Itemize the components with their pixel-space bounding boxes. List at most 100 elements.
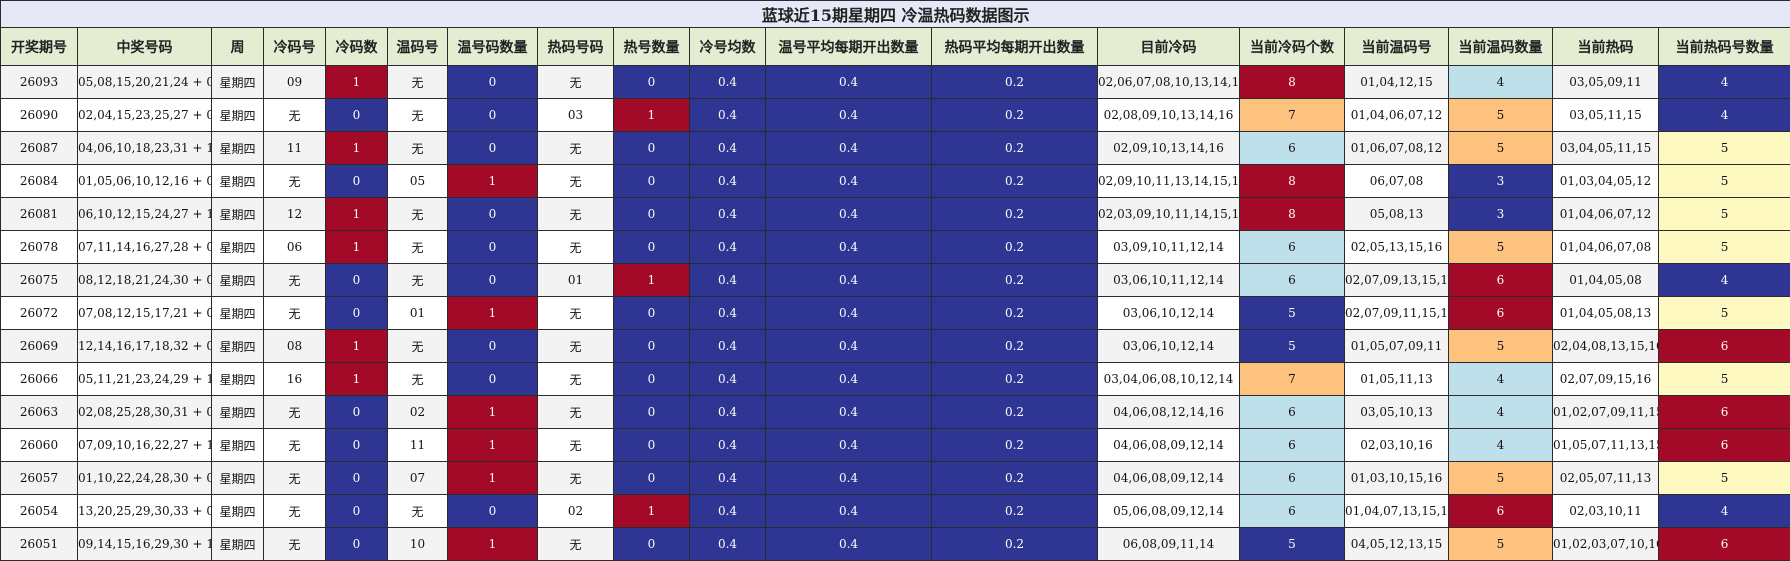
table-cell: 0.2 xyxy=(932,66,1098,99)
table-cell: 0.2 xyxy=(932,231,1098,264)
table-row: 2607807,11,14,16,27,28 + 06星期四061无0无00.4… xyxy=(1,231,1790,264)
table-cell: 5 xyxy=(1449,99,1553,132)
table-cell: 星期四 xyxy=(212,297,264,330)
table-cell: 0.2 xyxy=(932,396,1098,429)
table-cell: 26051 xyxy=(1,528,78,561)
table-body: 2609305,08,15,20,21,24 + 09星期四091无0无00.4… xyxy=(1,66,1790,561)
table-cell: 1 xyxy=(448,396,538,429)
table-cell: 0.4 xyxy=(690,132,766,165)
table-cell: 0.4 xyxy=(690,495,766,528)
table-cell: 03,04,05,11,15 xyxy=(1553,132,1659,165)
table-cell: 5 xyxy=(1449,132,1553,165)
table-cell: 26063 xyxy=(1,396,78,429)
table-row: 2606912,14,16,17,18,32 + 08星期四081无0无00.4… xyxy=(1,330,1790,363)
column-header: 开奖期号 xyxy=(1,28,78,66)
table-cell: 0.2 xyxy=(932,297,1098,330)
table-cell: 26075 xyxy=(1,264,78,297)
table-cell: 5 xyxy=(1659,165,1790,198)
table-cell: 0.4 xyxy=(766,297,932,330)
column-header: 目前冷码 xyxy=(1098,28,1240,66)
table-cell: 6 xyxy=(1240,132,1345,165)
table-cell: 26078 xyxy=(1,231,78,264)
table-cell: 6 xyxy=(1240,396,1345,429)
table-cell: 0.4 xyxy=(766,99,932,132)
table-cell: 26054 xyxy=(1,495,78,528)
table-cell: 无 xyxy=(388,198,448,231)
table-cell: 无 xyxy=(388,66,448,99)
table-cell: 02,06,07,08,10,13,14,16 xyxy=(1098,66,1240,99)
table-cell: 5 xyxy=(1659,231,1790,264)
table-cell: 无 xyxy=(264,396,326,429)
table-cell: 01,04,06,07,08 xyxy=(1553,231,1659,264)
table-cell: 01,04,05,08 xyxy=(1553,264,1659,297)
table-cell: 26057 xyxy=(1,462,78,495)
table-cell: 6 xyxy=(1449,297,1553,330)
table-cell: 8 xyxy=(1240,198,1345,231)
table-cell: 02,09,10,11,13,14,15,16 xyxy=(1098,165,1240,198)
table-cell: 4 xyxy=(1659,66,1790,99)
table-cell: 4 xyxy=(1659,495,1790,528)
table-cell: 05,08,13 xyxy=(1345,198,1449,231)
table-cell: 6 xyxy=(1449,495,1553,528)
table-cell: 0 xyxy=(614,330,690,363)
table-cell: 09 xyxy=(264,66,326,99)
table-cell: 0.4 xyxy=(690,528,766,561)
table-cell: 无 xyxy=(388,132,448,165)
table-cell: 星期四 xyxy=(212,429,264,462)
table-cell: 01,06,07,08,12 xyxy=(1345,132,1449,165)
table-cell: 02,03,10,16 xyxy=(1345,429,1449,462)
table-cell: 0 xyxy=(326,429,388,462)
table-cell: 0 xyxy=(326,99,388,132)
column-header: 温码号 xyxy=(388,28,448,66)
table-cell: 无 xyxy=(388,99,448,132)
table-cell: 无 xyxy=(388,231,448,264)
column-header: 热号数量 xyxy=(614,28,690,66)
cold-warm-hot-table: 蓝球近15期星期四 冷温热码数据图示 开奖期号中奖号码周冷码号冷码数温码号温号码… xyxy=(0,0,1790,561)
table-cell: 1 xyxy=(326,330,388,363)
table-cell: 无 xyxy=(538,462,614,495)
table-cell: 8 xyxy=(1240,165,1345,198)
table-cell: 01,05,06,10,12,16 + 05 xyxy=(78,165,212,198)
table-cell: 6 xyxy=(1659,396,1790,429)
table-cell: 01,03,10,15,16 xyxy=(1345,462,1449,495)
table-cell: 无 xyxy=(264,495,326,528)
table-cell: 1 xyxy=(448,297,538,330)
table-row: 2609002,04,15,23,25,27 + 03星期四无0无00310.4… xyxy=(1,99,1790,132)
table-cell: 01,04,05,08,13 xyxy=(1553,297,1659,330)
column-header: 当前温码号 xyxy=(1345,28,1449,66)
table-cell: 1 xyxy=(326,363,388,396)
table-cell: 无 xyxy=(264,462,326,495)
table-cell: 7 xyxy=(1240,99,1345,132)
table-cell: 无 xyxy=(264,165,326,198)
table-cell: 0.2 xyxy=(932,495,1098,528)
column-header: 当前热码 xyxy=(1553,28,1659,66)
table-row: 2608704,06,10,18,23,31 + 11星期四111无0无00.4… xyxy=(1,132,1790,165)
table-cell: 无 xyxy=(264,528,326,561)
column-header: 当前温码数量 xyxy=(1449,28,1553,66)
table-cell: 星期四 xyxy=(212,495,264,528)
table-cell: 0.4 xyxy=(766,231,932,264)
table-cell: 无 xyxy=(538,165,614,198)
table-cell: 无 xyxy=(538,330,614,363)
table-cell: 无 xyxy=(538,363,614,396)
table-cell: 5 xyxy=(1449,462,1553,495)
table-cell: 02,04,08,13,15,16 xyxy=(1553,330,1659,363)
table-cell: 0.4 xyxy=(766,528,932,561)
table-cell: 4 xyxy=(1659,264,1790,297)
table-cell: 0.2 xyxy=(932,462,1098,495)
table-cell: 0.4 xyxy=(690,198,766,231)
table-cell: 5 xyxy=(1659,462,1790,495)
table-cell: 5 xyxy=(1449,528,1553,561)
table-cell: 1 xyxy=(448,165,538,198)
table-cell: 0.4 xyxy=(766,429,932,462)
table-cell: 03,05,11,15 xyxy=(1553,99,1659,132)
table-cell: 04,06,08,12,14,16 xyxy=(1098,396,1240,429)
table-cell: 0.2 xyxy=(932,528,1098,561)
table-cell: 01,03,04,05,12 xyxy=(1553,165,1659,198)
table-cell: 02,05,13,15,16 xyxy=(1345,231,1449,264)
table-cell: 0 xyxy=(448,99,538,132)
table-row: 2605701,10,22,24,28,30 + 07星期四无0071无00.4… xyxy=(1,462,1790,495)
table-cell: 5 xyxy=(1449,231,1553,264)
table-cell: 07 xyxy=(388,462,448,495)
table-cell: 01,04,12,15 xyxy=(1345,66,1449,99)
